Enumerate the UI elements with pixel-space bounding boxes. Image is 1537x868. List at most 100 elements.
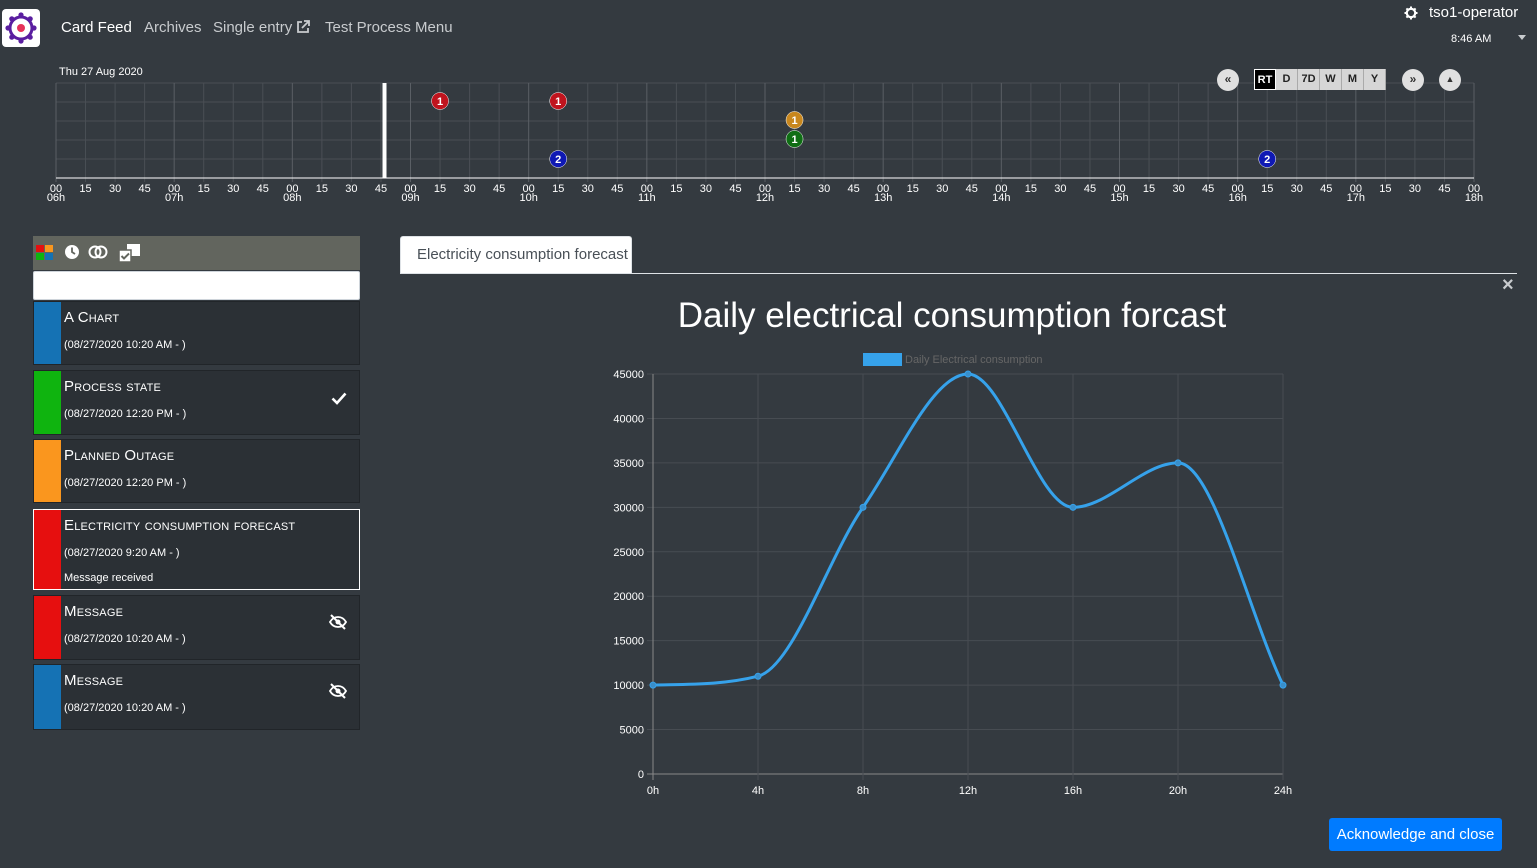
y-tick-label: 20000 [613,591,644,603]
severity-filter-icon[interactable] [36,245,54,261]
timeline-minute-label: 45 [848,183,860,195]
card-severity-bar [34,440,61,502]
x-tick-label: 8h [857,785,869,797]
card-date: (08/27/2020 10:20 AM - ) [64,339,186,351]
eye-slash-icon[interactable] [329,683,347,699]
y-tick-label: 45000 [613,369,644,381]
card-title: Planned Outage [64,447,175,464]
gear-icon[interactable] [1404,6,1418,20]
x-tick-label: 20h [1169,785,1187,797]
x-tick-label: 0h [647,785,659,797]
data-point[interactable] [964,370,972,378]
timeline-minute-label: 30 [1054,183,1066,195]
card-title: Electricity consumption forecast [64,517,296,534]
card-message-2[interactable]: Message (08/27/2020 10:20 AM - ) [33,664,360,730]
timeline-minute-label: 15 [434,183,446,195]
tab-electricity-consumption-forecast[interactable]: Electricity consumption forecast [400,236,632,273]
timeline-minute-label: 15 [1025,183,1037,195]
card-title: Process state [64,378,162,395]
timeline-hour-label: 18h [1465,192,1483,204]
opfab-logo[interactable] [2,9,40,47]
zoom-7d-button[interactable]: 7D [1298,69,1320,90]
timeline-prev-button[interactable]: « [1217,69,1239,91]
user-name[interactable]: tso1-operator [1429,4,1518,21]
timeline-hour-label: 09h [401,192,419,204]
timeline-hour-label: 11h [638,192,656,204]
timeline-hour-label: 17h [1347,192,1365,204]
eye-slash-icon[interactable] [329,614,347,630]
zoom-rt-button[interactable]: RT [1254,69,1276,90]
data-point[interactable] [1069,503,1077,511]
timeline-minute-label: 30 [463,183,475,195]
timeline-minute-label: 45 [375,183,387,195]
clock-filter-icon[interactable] [64,244,80,260]
card-electricity-consumption-forecast[interactable]: Electricity consumption forecast (08/27/… [33,509,360,590]
timeline-minute-label: 15 [670,183,682,195]
zoom-m-button[interactable]: M [1342,69,1364,90]
card-message-1[interactable]: Message (08/27/2020 10:20 AM - ) [33,595,360,660]
timeline-hour-label: 10h [519,192,537,204]
card-process-state[interactable]: Process state (08/27/2020 12:20 PM - ) [33,370,360,435]
acknowledge-and-close-button[interactable]: Acknowledge and close [1329,818,1502,851]
card-date: (08/27/2020 10:20 AM - ) [64,633,186,645]
acknowledged-filter-icon[interactable] [118,243,142,263]
nav-archives[interactable]: Archives [144,19,202,36]
y-tick-label: 15000 [613,636,644,648]
user-menu-caret-icon[interactable] [1518,35,1526,40]
legend-swatch[interactable] [863,353,902,366]
y-tick-label: 10000 [613,680,644,692]
timeline-next-button[interactable]: » [1402,69,1424,91]
legend-label: Daily Electrical consumption [905,354,1043,366]
card-planned-outage[interactable]: Planned Outage (08/27/2020 12:20 PM - ) [33,439,360,503]
data-point[interactable] [649,681,657,689]
y-tick-label: 0 [638,769,644,781]
timeline-hour-label: 15h [1110,192,1128,204]
card-severity-bar [34,596,61,659]
y-tick-label: 5000 [620,725,644,737]
timeline-collapse-button[interactable]: ▲ [1439,69,1461,91]
timeline-hour-label: 07h [165,192,183,204]
toggle-filter-icon[interactable] [88,245,108,259]
card-date: (08/27/2020 12:20 PM - ) [64,408,187,420]
y-tick-label: 25000 [613,547,644,559]
zoom-y-button[interactable]: Y [1364,69,1386,90]
nav-single-entry[interactable]: Single entry [213,19,292,36]
timeline-minute-label: 30 [345,183,357,195]
timeline-minute-label: 45 [493,183,505,195]
x-tick-label: 4h [752,785,764,797]
timeline-minute-label: 15 [907,183,919,195]
card-date: (08/27/2020 12:20 PM - ) [64,477,187,489]
timeline-hour-label: 16h [1228,192,1246,204]
timeline-minute-label: 45 [729,183,741,195]
data-point[interactable] [1174,459,1182,467]
timeline-hour-label: 08h [283,192,301,204]
card-date: (08/27/2020 9:20 AM - ) [64,547,180,559]
nav-card-feed[interactable]: Card Feed [61,19,132,36]
check-icon [331,392,347,405]
data-point[interactable] [859,503,867,511]
nav-test-process-menu[interactable]: Test Process Menu [325,19,453,36]
card-title: A Chart [64,309,120,326]
external-link-icon[interactable] [296,20,310,34]
x-tick-label: 12h [959,785,977,797]
search-input[interactable] [33,271,360,300]
timeline-minute-label: 15 [316,183,328,195]
timeline-bubble-count: 2 [555,154,561,166]
timeline-minute-label: 15 [1379,183,1391,195]
card-severity-bar [34,371,61,434]
navbar: Card Feed Archives Single entry Test Pro… [0,0,1537,56]
data-point[interactable] [1279,681,1287,689]
detail-tabs: Electricity consumption forecast [400,236,1517,274]
timeline-zoom-group: RT D 7D W M Y [1254,69,1386,90]
timeline-minute-label: 30 [1291,183,1303,195]
timeline-minute-label: 15 [1143,183,1155,195]
y-tick-label: 30000 [613,502,644,514]
zoom-d-button[interactable]: D [1276,69,1298,90]
x-tick-label: 24h [1274,785,1292,797]
zoom-w-button[interactable]: W [1320,69,1342,90]
data-point[interactable] [754,672,762,680]
card-title: Message [64,672,124,689]
timeline-minute-label: 15 [198,183,210,195]
card-a-chart[interactable]: A Chart (08/27/2020 10:20 AM - ) [33,301,360,365]
close-icon[interactable]: × [1502,275,1514,295]
